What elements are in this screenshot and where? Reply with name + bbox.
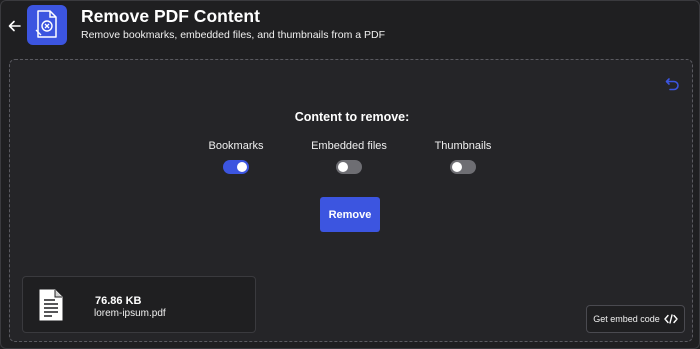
thumbnails-toggle[interactable] [450, 160, 476, 174]
tool-panel: Content to remove: Bookmarks Embedded fi… [9, 59, 693, 342]
remove-button[interactable]: Remove [320, 197, 380, 232]
arrow-left-icon [8, 20, 21, 32]
undo-button[interactable] [663, 74, 681, 92]
get-embed-code-button[interactable]: Get embed code [586, 305, 685, 333]
undo-icon [665, 77, 679, 90]
page-subtitle: Remove bookmarks, embedded files, and th… [81, 29, 386, 41]
bookmarks-toggle[interactable] [223, 160, 249, 174]
option-bookmarks: Bookmarks [176, 140, 296, 179]
pdf-remove-icon [27, 5, 67, 45]
file-name: lorem-ipsum.pdf [94, 308, 166, 319]
option-embedded-files: Embedded files [289, 140, 409, 179]
option-label: Thumbnails [434, 140, 492, 152]
toggle-knob [237, 162, 247, 172]
toggle-knob [452, 162, 462, 172]
content-heading: Content to remove: [294, 110, 410, 124]
app-window: Remove PDF Content Remove bookmarks, emb… [0, 0, 700, 349]
file-card: 76.86 KB lorem-ipsum.pdf [22, 276, 256, 333]
option-thumbnails: Thumbnails [403, 140, 523, 179]
header: Remove PDF Content Remove bookmarks, emb… [1, 1, 700, 51]
option-label: Embedded files [311, 140, 387, 152]
embed-label: Get embed code [593, 314, 660, 324]
file-size: 76.86 KB [95, 295, 142, 307]
document-icon [39, 289, 63, 321]
option-label: Bookmarks [208, 140, 264, 152]
back-button[interactable] [5, 16, 23, 36]
page-title: Remove PDF Content [81, 6, 260, 26]
embedded-files-toggle[interactable] [336, 160, 362, 174]
code-icon [664, 314, 678, 324]
toggle-knob [338, 162, 348, 172]
